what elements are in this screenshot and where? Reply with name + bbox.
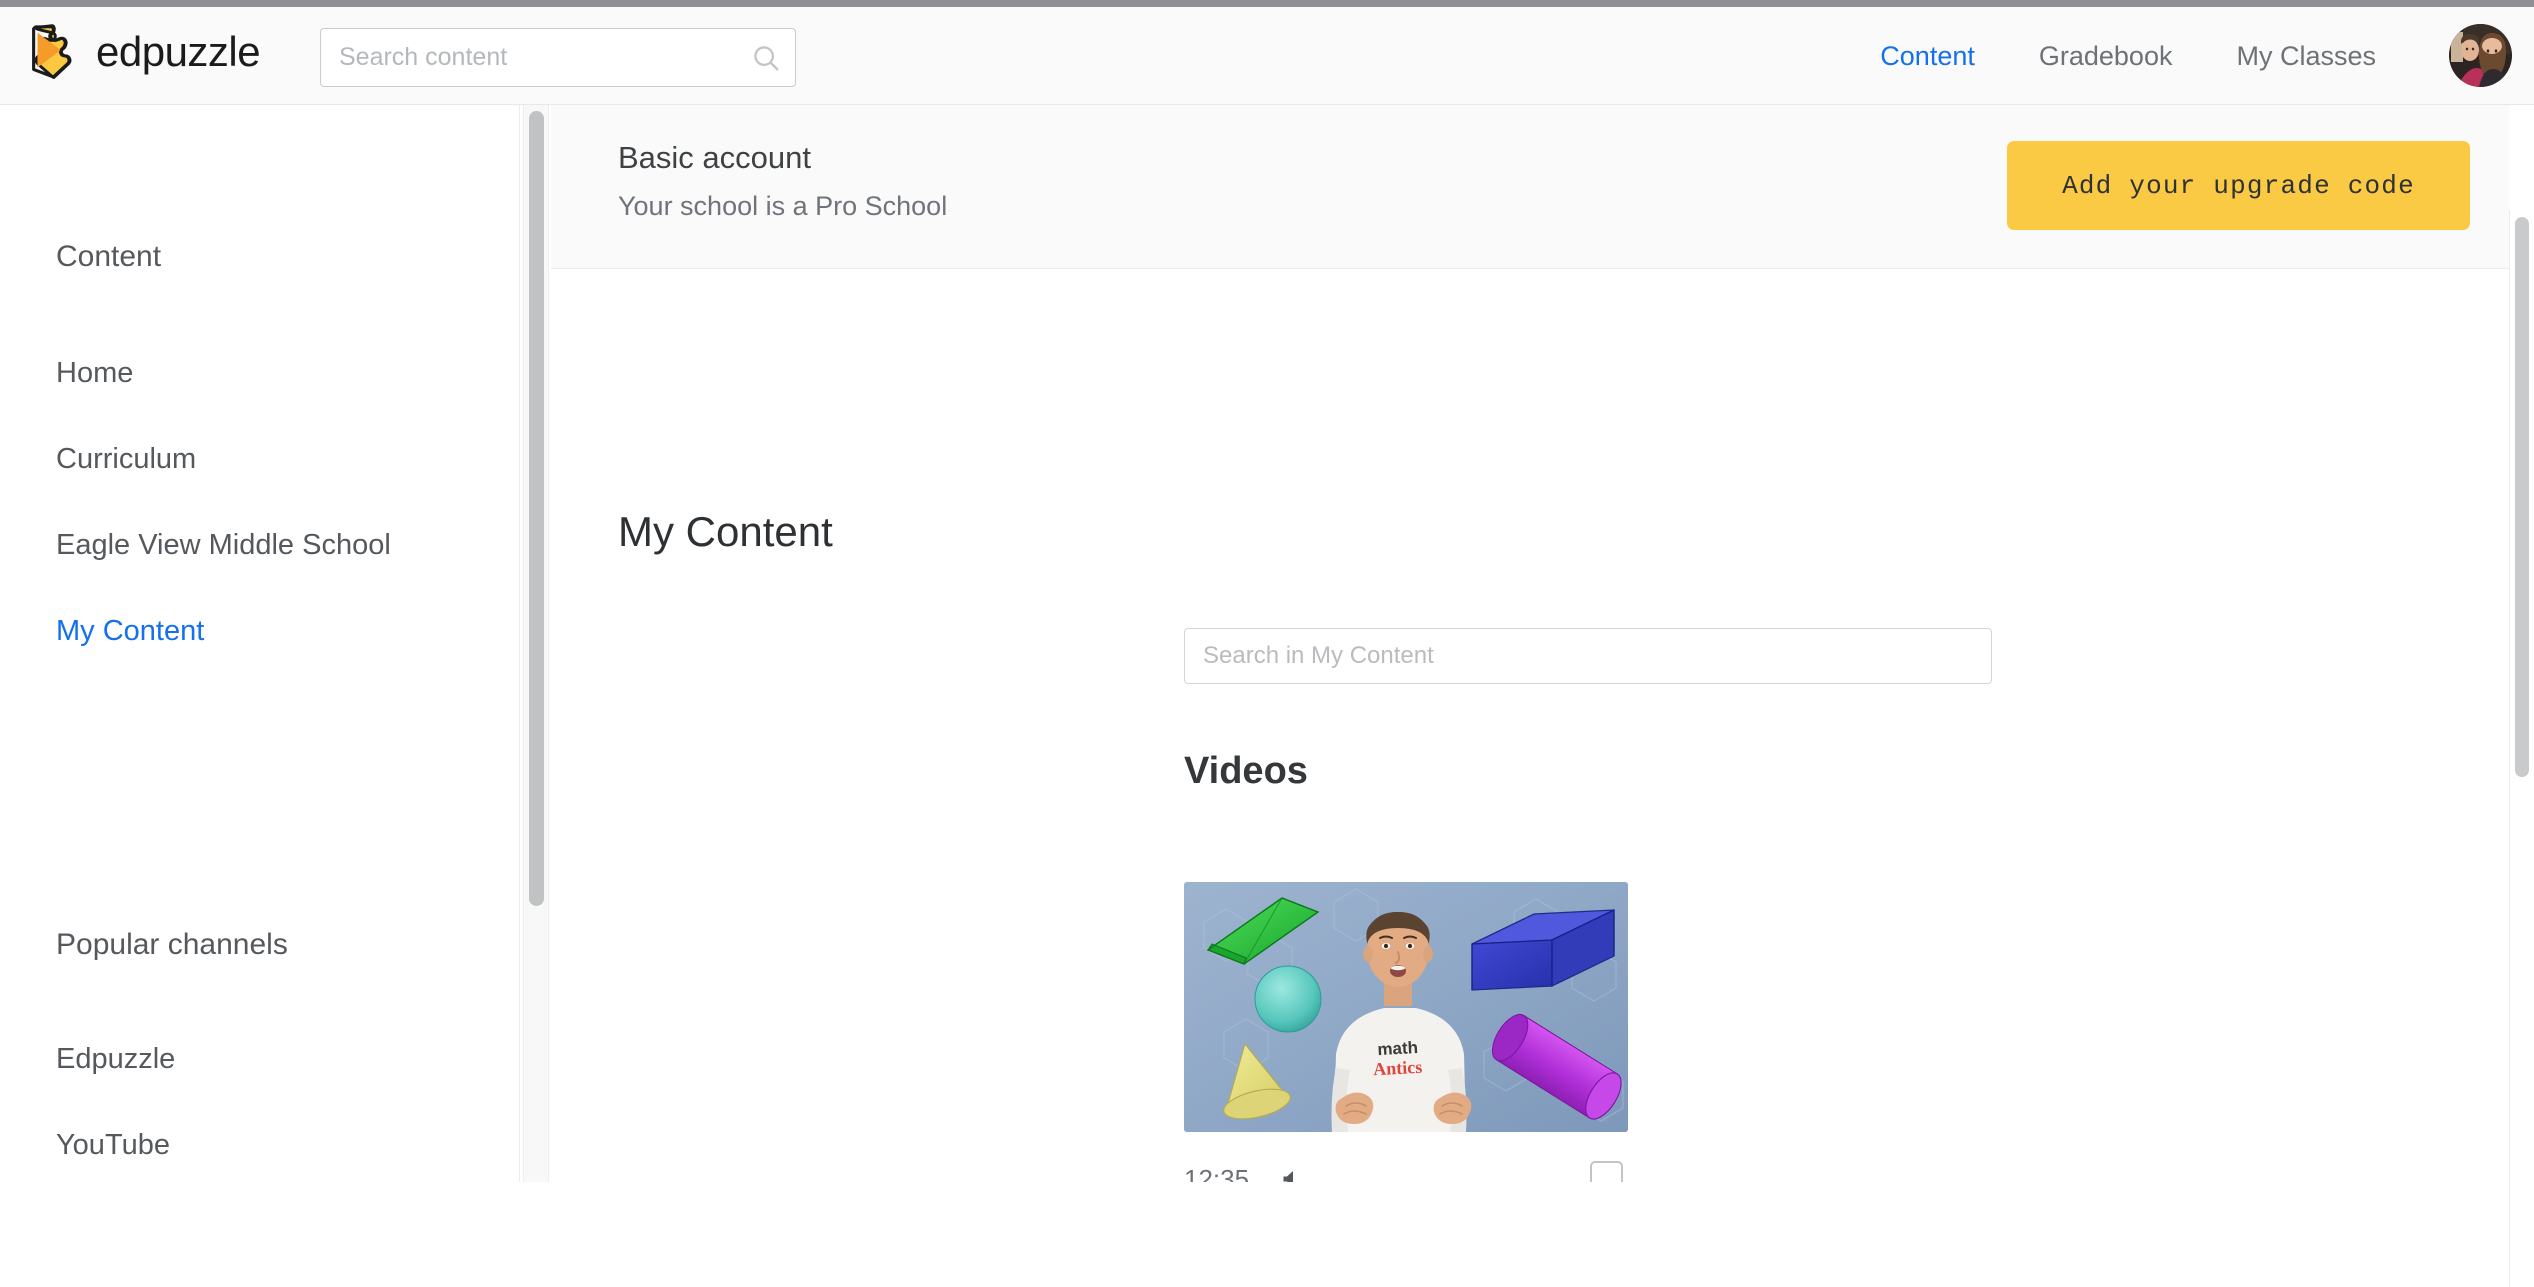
videos-section-heading: Videos bbox=[1184, 750, 1308, 792]
nav-item-content[interactable]: Content bbox=[1848, 41, 2007, 72]
sidebar-item-curriculum[interactable]: Curriculum bbox=[0, 443, 196, 476]
sidebar-item-edpuzzle[interactable]: Edpuzzle bbox=[0, 1043, 175, 1076]
volume-icon[interactable] bbox=[1279, 1167, 1303, 1182]
sidebar-item-home[interactable]: Home bbox=[0, 357, 133, 390]
main-navigation: Content Gradebook My Classes bbox=[1848, 7, 2408, 105]
svg-text:Antics: Antics bbox=[1373, 1057, 1423, 1080]
nav-item-gradebook[interactable]: Gradebook bbox=[2007, 41, 2205, 72]
global-search[interactable] bbox=[320, 28, 796, 87]
sidebar-item-youtube[interactable]: YouTube bbox=[0, 1129, 170, 1162]
sidebar-item-my-content[interactable]: My Content bbox=[0, 615, 204, 648]
video-duration: 12:35 bbox=[1184, 1163, 1250, 1183]
page-scrollbar-thumb[interactable] bbox=[2515, 217, 2529, 777]
brand-logo-link[interactable]: edpuzzle bbox=[22, 21, 261, 83]
sidebar-item-school[interactable]: Eagle View Middle School bbox=[0, 529, 391, 562]
search-icon[interactable] bbox=[743, 43, 795, 73]
nav-item-my-classes[interactable]: My Classes bbox=[2204, 41, 2408, 72]
video-meta-row: 12:35 bbox=[1184, 1159, 1628, 1182]
video-select-checkbox[interactable] bbox=[1590, 1161, 1623, 1182]
sidebar-section-channels-title: Popular channels bbox=[56, 928, 288, 961]
page-title: My Content bbox=[618, 508, 833, 555]
video-thumbnail[interactable]: math Antics bbox=[1184, 882, 1628, 1132]
app-header: edpuzzle Content Gradebook My Classes bbox=[0, 7, 2534, 105]
svg-text:math: math bbox=[1377, 1038, 1419, 1059]
account-note-label: Your school is a Pro School bbox=[618, 191, 948, 221]
global-search-input[interactable] bbox=[321, 29, 743, 86]
sidebar: Content Home Curriculum Eagle View Middl… bbox=[0, 105, 520, 1182]
my-content-search-input[interactable] bbox=[1184, 628, 1992, 684]
brand-name: edpuzzle bbox=[96, 28, 261, 75]
avatar[interactable] bbox=[2449, 24, 2512, 87]
sidebar-section-content-title: Content bbox=[56, 240, 162, 273]
sidebar-scrollbar-thumb[interactable] bbox=[529, 111, 544, 906]
main-content: Basic account Your school is a Pro Schoo… bbox=[551, 105, 2509, 1182]
add-upgrade-code-button[interactable]: Add your upgrade code bbox=[2007, 141, 2470, 230]
page-body: Content Home Curriculum Eagle View Middl… bbox=[0, 105, 2534, 1287]
browser-chrome-strip bbox=[0, 0, 2534, 7]
upgrade-banner: Basic account Your school is a Pro Schoo… bbox=[551, 105, 2509, 269]
video-card: math Antics 12:35 bbox=[1184, 882, 1628, 1182]
edpuzzle-puzzle-logo-icon bbox=[22, 21, 84, 83]
account-type-label: Basic account bbox=[618, 140, 811, 175]
